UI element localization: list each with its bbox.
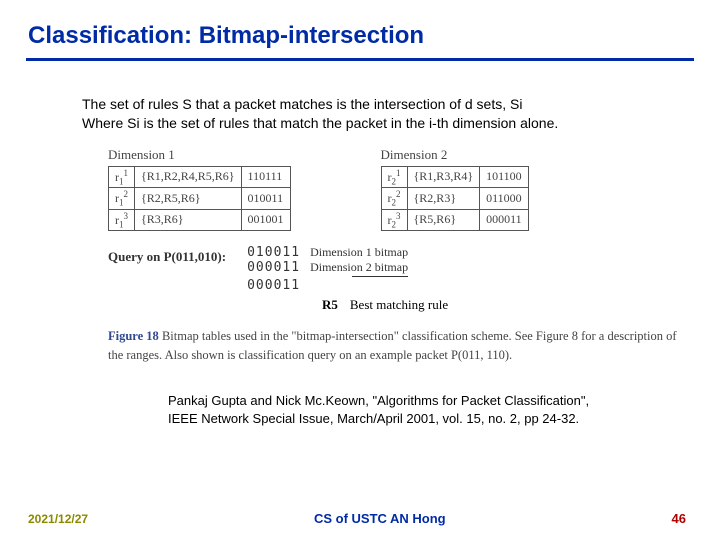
table-row: r23 {R5,R6} 000011 — [381, 209, 528, 230]
dim2-table: r21 {R1,R3,R4} 101100 r22 {R2,R3} 011000… — [381, 166, 529, 231]
best-match-line: R5 Best matching rule — [0, 293, 720, 313]
dim2-block: Dimension 2 r21 {R1,R3,R4} 101100 r22 {R… — [381, 147, 529, 231]
query-block: Query on P(011,010): 010011 Dimension 1 … — [0, 231, 720, 293]
footer-date: 2021/12/27 — [28, 512, 88, 526]
bitmap-result-row: 000011 — [244, 278, 408, 293]
table-row: r13 {R3,R6} 001001 — [109, 209, 291, 230]
table-row: r11 {R1,R2,R4,R5,R6} 110111 — [109, 166, 291, 187]
query-label: Query on P(011,010): — [108, 245, 226, 265]
dim1-table: r11 {R1,R2,R4,R5,R6} 110111 r12 {R2,R5,R… — [108, 166, 291, 231]
bitmap-row-2: 000011 Dimension 2 bitmap — [244, 260, 408, 275]
slide-title: Classification: Bitmap-intersection — [0, 0, 720, 58]
intro-text: The set of rules S that a packet matches… — [0, 61, 720, 133]
dim1-label: Dimension 1 — [108, 147, 291, 163]
best-match-label: Best matching rule — [350, 297, 448, 313]
table-row: r22 {R2,R3} 011000 — [381, 188, 528, 209]
reference-line-2: IEEE Network Special Issue, March/April … — [168, 410, 680, 428]
intro-line-2: Where Si is the set of rules that match … — [82, 114, 710, 133]
page-number: 46 — [672, 511, 686, 526]
dim1-block: Dimension 1 r11 {R1,R2,R4,R5,R6} 110111 … — [108, 147, 291, 231]
caption-text: Bitmap tables used in the "bitmap-inters… — [108, 329, 677, 362]
dimension-tables: Dimension 1 r11 {R1,R2,R4,R5,R6} 110111 … — [0, 133, 720, 231]
figure-caption: Figure 18 Bitmap tables used in the "bit… — [0, 313, 720, 365]
best-match-key: R5 — [322, 297, 338, 313]
figure-number: Figure 18 — [108, 329, 159, 343]
bitmap-column: 010011 Dimension 1 bitmap 000011 Dimensi… — [244, 245, 408, 293]
dim2-label: Dimension 2 — [381, 147, 529, 163]
reference-text: Pankaj Gupta and Nick Mc.Keown, "Algorit… — [0, 364, 720, 427]
reference-line-1: Pankaj Gupta and Nick Mc.Keown, "Algorit… — [168, 392, 680, 410]
table-row: r21 {R1,R3,R4} 101100 — [381, 166, 528, 187]
slide-footer: 2021/12/27 CS of USTC AN Hong 46 — [0, 511, 720, 526]
bitmap-row-1: 010011 Dimension 1 bitmap — [244, 245, 408, 260]
table-row: r12 {R2,R5,R6} 010011 — [109, 188, 291, 209]
divider-line — [352, 276, 408, 277]
intro-line-1: The set of rules S that a packet matches… — [82, 95, 710, 114]
footer-center: CS of USTC AN Hong — [314, 511, 446, 526]
